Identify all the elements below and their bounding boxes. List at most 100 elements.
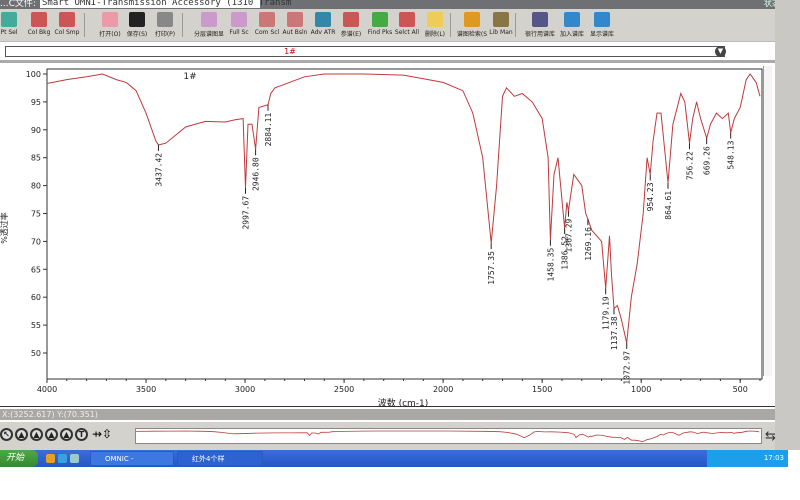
task-folder[interactable]: 红外4个样 [177,451,263,466]
y-tick-label: 95 [31,98,41,107]
toolbar-button[interactable]: 很行用谱库 [523,12,557,38]
toolbar-icon [201,12,217,27]
x-tick-label: 2500 [334,385,354,394]
x-axis-label: 波数 (cm-1) [378,397,429,408]
overview-line [136,430,760,443]
experiment-bench-select[interactable]: Smart OMNI-Transmission Accessory (1310 … [40,0,291,8]
peak-label: 1757.35 [487,251,496,285]
toolbar-label: 分层谱图显 [193,31,224,38]
expand-icon[interactable]: ⇸⇳ [92,427,112,441]
toolbar-label: 打印(P) [154,31,176,38]
selection-tool-icon[interactable]: ↖ [0,428,13,441]
corrected-peak-tool-icon[interactable]: ▲ [60,428,73,441]
toolbar-label: 参谱(E) [340,31,362,38]
toolbar-label: Lib Man [489,29,513,36]
peak-label: 1367.29 [564,219,573,253]
toolbar-icon [231,12,247,27]
toolbar-icon [343,12,359,27]
toolbar-icon [532,12,548,27]
toolbar-icon [259,12,275,27]
x-tick-label: 2000 [433,385,453,394]
x-tick-label: 3500 [136,385,156,394]
toolbar-separator [515,13,516,37]
toolbar-label: 加入谱库 [559,31,584,38]
toolbar-icon [31,12,47,27]
peak-label: 3437.42 [154,153,163,187]
toolbar-button[interactable]: Col Smp [50,12,84,36]
quicklaunch-icon[interactable] [46,454,55,463]
peak-label: 2997.67 [242,196,251,230]
toolbar-button[interactable]: 打印(P) [148,12,182,38]
annotation-tool-icon[interactable]: T [75,428,88,441]
toolbar-label: Col Smp [54,29,80,36]
spectrum-plot[interactable]: 4000 3500 3000 2500 2000 1500 1000 500 100 95 90 85… [0,63,775,408]
y-tick-label: 65 [31,265,41,274]
peak-label: 1269.16 [584,227,593,261]
spectrum-select-dropdown-icon[interactable]: ▼ [715,46,726,57]
toolbar-label: 很行用谱库 [524,31,555,38]
toolbar-icon [129,12,145,27]
y-tick-label: 50 [31,349,41,358]
toolbar-icon [594,12,610,27]
peak-label: 2884.11 [264,113,273,147]
toolbar-label: 保存(S) [126,31,148,38]
ie-icon[interactable] [58,454,67,463]
window-frame [775,0,800,450]
toolbar-icon [59,12,75,27]
toolbar-label: 删除(L) [424,31,446,38]
toolbar-button[interactable]: 加入谱库 [555,12,589,38]
x-tick-label: 4000 [37,385,57,394]
toolbar-label: 谱图检索(S [456,31,488,38]
start-button[interactable]: 开始 [0,450,38,467]
clock: 17:03 [763,454,784,462]
x-tick-label: 1000 [631,385,651,394]
chart-title: 1# [183,72,196,82]
toolbar-label: Full Sc [229,29,249,36]
spectrum-title-field[interactable]: 1# [5,46,725,57]
desktop-icon[interactable] [70,454,79,463]
overview-spectrum[interactable] [135,428,762,444]
task-omnic[interactable]: OMNIC - [Window1] [90,451,174,477]
toolbar-label: Col Bkg [27,29,51,36]
y-tick-label: 90 [31,126,41,135]
vertical-scrollbar[interactable] [763,66,772,376]
toolbar-button[interactable]: 删除(L) [418,12,452,38]
peak-label: 1072.97 [623,351,632,385]
peak-label: 864.61 [664,191,673,220]
peak-label: 1458.35 [546,248,555,282]
toolbar-icon [1,12,17,27]
y-axis-label: %透过率 [0,212,9,244]
peak-label: 669.26 [703,146,712,175]
toolbar-icon [315,12,331,27]
system-tray: 17:03 [707,450,788,467]
toolbar-icon [372,12,388,27]
toolbar-separator [450,13,451,37]
toolbar-icon [287,12,303,27]
toolbar-label: Adv ATR [310,29,336,36]
toolbar-label: Find Pks [367,29,393,36]
spectrum-window: 4000 3500 3000 2500 2000 1500 1000 500 100 95 90 85… [0,60,775,408]
toolbar-icon [399,12,415,27]
y-tick-label: 80 [31,182,41,191]
peak-area-tool-icon[interactable]: ▲ [45,428,58,441]
toolbar-label: Com Scl [254,29,280,36]
peak-label: 954.23 [646,182,655,211]
toolbar-button[interactable]: Lib Man [484,12,518,36]
toolbar-button[interactable]: 分层谱图显 [192,12,226,38]
region-tool-icon[interactable]: ▲ [15,428,28,441]
toolbar-icon [564,12,580,27]
title-prefix: ...C文件: [0,0,36,9]
swap-icon[interactable]: ⇆ [765,429,776,444]
y-tick-label: 70 [31,237,41,246]
toolbar-icon [493,12,509,27]
peak-label: 1137.38 [610,316,619,350]
toolbar: Pt Sel Col Bkg Col Smp 打开(O) 保存(S) 打印(P) 分层谱图显… [0,9,775,42]
peak-height-tool-icon[interactable]: ▲ [30,428,43,441]
toolbar-button[interactable]: 显示谱库 [585,12,619,38]
cursor-readout: X:(3252.617) Y:(70.351) [0,409,775,420]
toolbar-icon [102,12,118,27]
toolbar-icon [427,12,443,27]
peak-label: 548.13 [727,140,736,169]
toolbar-icon [157,12,173,27]
peak-label: 2946.80 [252,157,261,191]
